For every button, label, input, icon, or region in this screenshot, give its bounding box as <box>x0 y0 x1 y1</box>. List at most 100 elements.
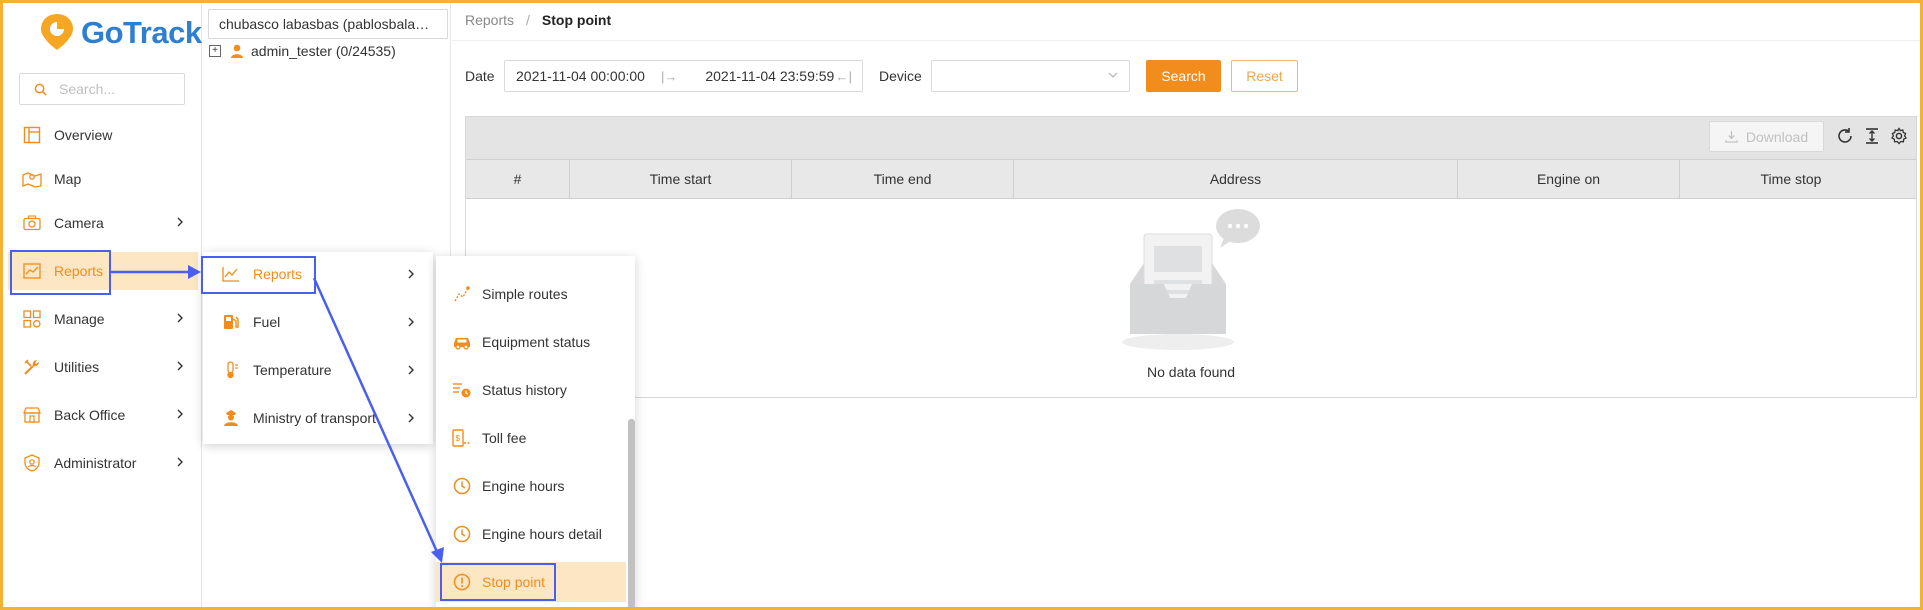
back-office-icon <box>22 405 42 425</box>
gotrack-logo[interactable]: GoTrack <box>37 9 202 55</box>
overview-icon <box>22 125 42 145</box>
sidebar-item-administrator[interactable]: Administrator <box>8 444 198 482</box>
menu-item-equipment-status[interactable]: Equipment status <box>436 322 626 362</box>
menu-item-label: Stop point <box>482 574 546 590</box>
date-from[interactable]: 2021-11-04 00:00:00 <box>516 68 645 84</box>
column-header[interactable]: Engine on <box>1458 160 1680 198</box>
menu-item-simple-routes[interactable]: Simple routes <box>436 274 626 314</box>
clock-icon <box>452 476 472 496</box>
column-height-icon[interactable] <box>1863 127 1881 145</box>
officer-icon <box>221 408 241 428</box>
menu-item-label: Engine hours <box>482 478 565 494</box>
chevron-right-icon <box>177 361 183 371</box>
sidebar: GoTrack Overview Map Camera Reports <box>3 3 202 607</box>
range-start-icon: |→ <box>660 68 678 84</box>
sidebar-item-label: Reports <box>54 263 104 279</box>
menu-item-label: Ministry of transport <box>253 410 376 426</box>
logo-wordmark: GoTrack <box>81 15 202 50</box>
search-button[interactable]: Search <box>1146 60 1221 92</box>
chevron-right-icon <box>177 457 183 467</box>
svg-text:$: $ <box>456 434 461 443</box>
breadcrumb: Reports / Stop point <box>465 12 611 28</box>
empty-message: No data found <box>1147 364 1235 380</box>
device-select[interactable] <box>931 60 1130 92</box>
chevron-right-icon <box>177 313 183 323</box>
reports-submenu: Simple routes Equipment status Status hi… <box>436 256 635 610</box>
refresh-icon[interactable] <box>1836 127 1854 145</box>
toll-icon: $ <box>452 428 472 448</box>
sidebar-item-label: Back Office <box>54 407 126 423</box>
sidebar-item-label: Utilities <box>54 359 100 375</box>
sidebar-item-back-office[interactable]: Back Office <box>8 396 198 434</box>
menu-item-label: Fuel <box>253 314 281 330</box>
menu-item-label: Simple routes <box>482 286 568 302</box>
column-header[interactable]: Time stop <box>1680 160 1902 198</box>
menu-item-reports[interactable]: Reports <box>203 254 433 294</box>
reset-button[interactable]: Reset <box>1231 60 1298 92</box>
column-header[interactable]: Time end <box>792 160 1014 198</box>
location-pin-icon <box>41 14 73 50</box>
chevron-right-icon <box>177 409 183 419</box>
sidebar-item-label: Camera <box>54 215 104 231</box>
tree-node-label: admin_tester (0/24535) <box>251 43 396 59</box>
map-icon <box>22 169 42 189</box>
empty-state: No data found <box>466 199 1916 399</box>
line-chart-icon <box>221 264 241 284</box>
account-select[interactable]: chubasco labasbas (pablosbala… <box>208 9 448 39</box>
user-icon <box>231 44 243 58</box>
utilities-icon <box>22 357 42 377</box>
date-range-picker[interactable]: 2021-11-04 00:00:00 |→ 2021-11-04 23:59:… <box>504 60 863 92</box>
breadcrumb-parent[interactable]: Reports <box>465 12 514 28</box>
menu-item-label: Reports <box>253 266 303 282</box>
manage-icon <box>22 309 42 329</box>
chevron-right-icon <box>177 217 183 227</box>
settings-icon[interactable] <box>1890 127 1908 145</box>
download-icon <box>1725 130 1738 143</box>
column-header[interactable]: Address <box>1014 160 1458 198</box>
menu-item-label: Temperature <box>253 362 332 378</box>
menu-item-fuel[interactable]: Fuel <box>203 302 433 342</box>
submenu-scrollbar[interactable] <box>628 419 635 610</box>
main-content: Reports / Stop point Date 2021-11-04 00:… <box>452 3 1920 607</box>
car-icon <box>452 332 472 352</box>
sidebar-item-label: Overview <box>54 127 113 143</box>
search-icon <box>34 83 47 96</box>
breadcrumb-separator: / <box>526 12 530 28</box>
tree-node[interactable]: + admin_tester (0/24535) <box>209 43 396 59</box>
breadcrumb-current: Stop point <box>541 12 612 28</box>
download-button[interactable]: Download <box>1709 121 1824 152</box>
sidebar-item-map[interactable]: Map <box>8 160 198 198</box>
chevron-right-icon <box>408 317 414 327</box>
sidebar-item-overview[interactable]: Overview <box>8 116 198 154</box>
device-label: Device <box>879 68 922 84</box>
sidebar-item-utilities[interactable]: Utilities <box>8 348 198 386</box>
sidebar-search-input[interactable] <box>59 81 169 97</box>
sidebar-item-manage[interactable]: Manage <box>8 300 198 338</box>
chevron-right-icon <box>408 365 414 375</box>
report-table: Download # Time start Time end Address E… <box>465 116 1917 398</box>
menu-item-label: Status history <box>482 382 567 398</box>
menu-item-temperature[interactable]: Temperature <box>203 350 433 390</box>
chevron-down-icon <box>1108 72 1118 78</box>
menu-item-status-history[interactable]: Status history <box>436 370 626 410</box>
menu-item-engine-hours[interactable]: Engine hours <box>436 466 626 506</box>
sidebar-item-camera[interactable]: Camera <box>8 204 198 242</box>
reports-icon <box>22 261 42 281</box>
camera-icon <box>22 213 42 233</box>
date-to[interactable]: 2021-11-04 23:59:59 <box>705 68 834 84</box>
divider <box>452 40 1920 41</box>
sidebar-item-label: Administrator <box>54 455 137 471</box>
menu-item-ministry-of-transport[interactable]: Ministry of transport <box>203 398 433 438</box>
expand-icon[interactable]: + <box>209 45 221 57</box>
menu-item-toll-fee[interactable]: $ Toll fee <box>436 418 626 458</box>
sidebar-search[interactable] <box>19 73 185 105</box>
sidebar-item-reports[interactable]: Reports <box>8 252 198 290</box>
menu-item-stop-point[interactable]: Stop point <box>436 562 626 602</box>
fuel-icon <box>221 312 241 332</box>
menu-item-engine-hours-detail[interactable]: Engine hours detail <box>436 514 626 554</box>
menu-item-label: Engine hours detail <box>482 526 602 542</box>
column-header[interactable]: Time start <box>570 160 792 198</box>
column-header[interactable]: # <box>466 160 570 198</box>
thermometer-icon <box>221 360 241 380</box>
history-icon <box>452 380 472 400</box>
